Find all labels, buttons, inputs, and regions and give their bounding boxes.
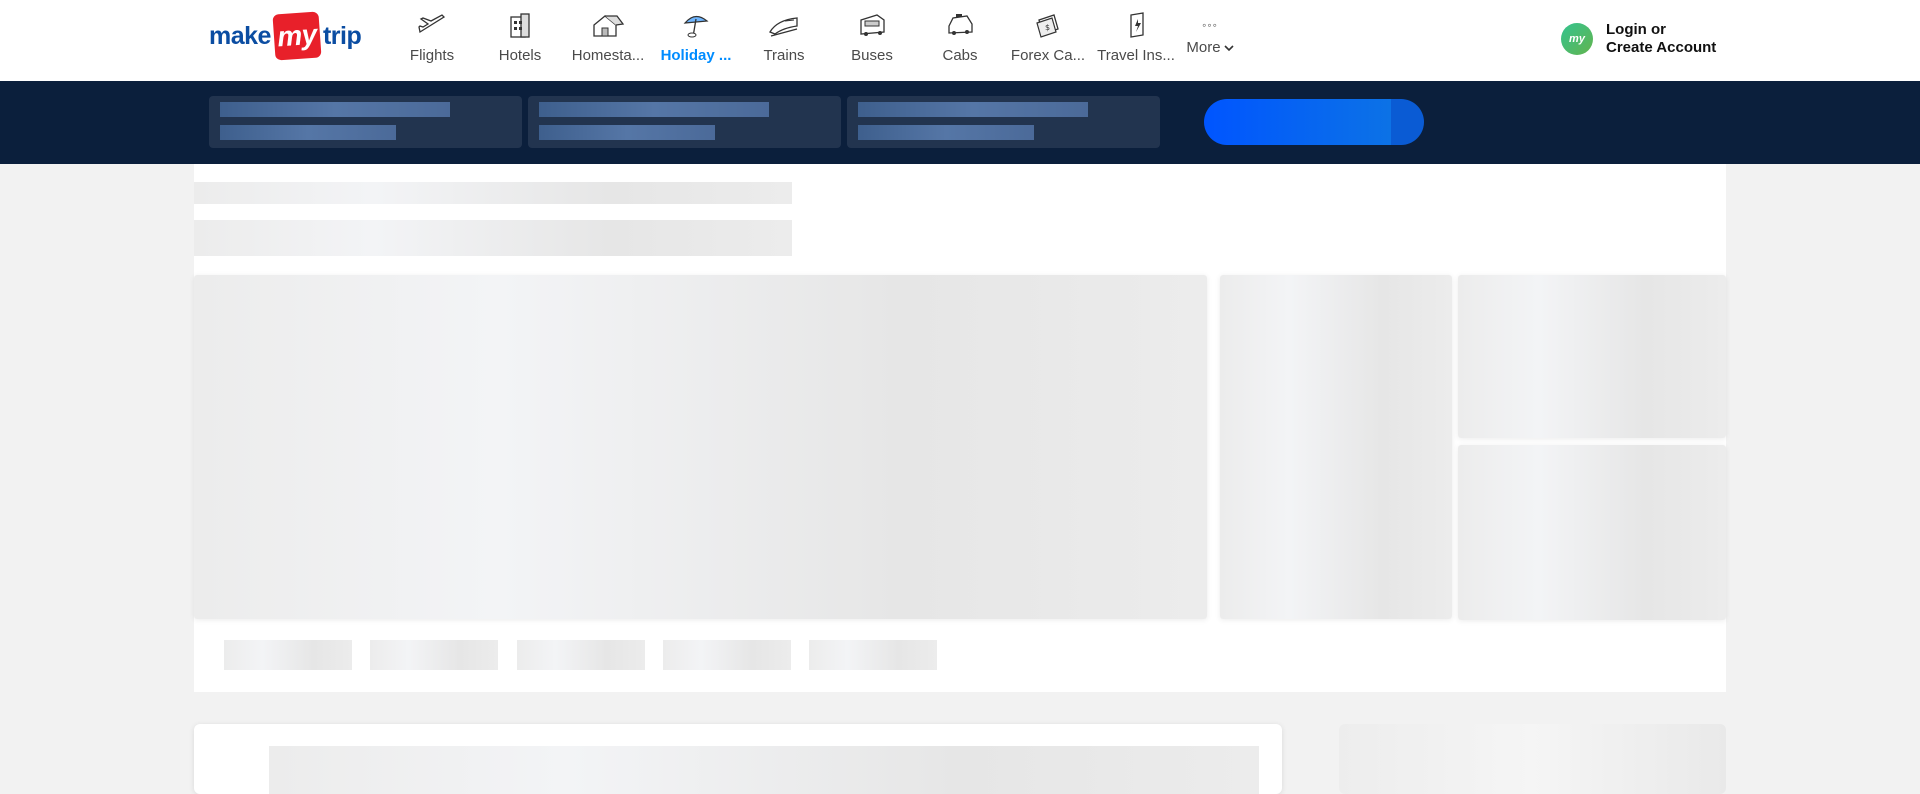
login-button[interactable]: my Login or Create Account bbox=[1561, 21, 1716, 57]
nav-label: Homesta... bbox=[571, 47, 645, 64]
skeleton-tab bbox=[224, 640, 352, 670]
nav-item-holiday-packages[interactable]: Holiday ... bbox=[652, 0, 740, 81]
login-line2: Create Account bbox=[1606, 39, 1717, 56]
nav-item-homestays[interactable]: Homesta... bbox=[564, 0, 652, 81]
nav-item-flights[interactable]: Flights bbox=[388, 0, 476, 81]
chevron-down-icon bbox=[1224, 39, 1234, 56]
search-field-placeholder[interactable] bbox=[209, 96, 522, 148]
product-nav: Flights Hotels Homesta... Holiday ... Tr… bbox=[388, 0, 1240, 81]
skeleton-bar bbox=[220, 102, 450, 117]
skeleton-tab bbox=[370, 640, 498, 670]
nav-label: Flights bbox=[409, 47, 455, 64]
avatar: my bbox=[1561, 23, 1593, 55]
skeleton-tab bbox=[809, 640, 937, 670]
nav-item-trains[interactable]: Trains bbox=[740, 0, 828, 81]
skeleton-bar bbox=[220, 125, 396, 140]
more-label: More bbox=[1186, 39, 1221, 56]
skeleton-side-card bbox=[1339, 724, 1726, 794]
more-menu[interactable]: ◦◦◦ More bbox=[1180, 0, 1240, 81]
skeleton-bar bbox=[858, 125, 1034, 140]
travel-insurance-icon bbox=[1119, 10, 1153, 40]
nav-item-hotels[interactable]: Hotels bbox=[476, 0, 564, 81]
nav-label: Hotels bbox=[498, 47, 542, 64]
search-button[interactable] bbox=[1204, 99, 1424, 145]
nav-label: Holiday ... bbox=[660, 47, 732, 64]
skeleton-bar bbox=[269, 746, 1259, 794]
skeleton-gallery-image bbox=[1458, 275, 1726, 438]
search-field-placeholder[interactable] bbox=[528, 96, 841, 148]
forex-card-icon: $ bbox=[1031, 10, 1065, 40]
details-card bbox=[194, 724, 1282, 794]
nav-label: Cabs bbox=[942, 47, 978, 64]
nav-item-cabs[interactable]: Cabs bbox=[916, 0, 1004, 81]
logo-my-badge: my bbox=[272, 11, 322, 61]
homestay-icon bbox=[591, 10, 625, 40]
plane-icon bbox=[415, 10, 449, 40]
train-icon bbox=[767, 10, 801, 40]
skeleton-gallery-image bbox=[1220, 275, 1452, 619]
holiday-umbrella-icon bbox=[679, 10, 713, 40]
skeleton-tab bbox=[663, 640, 791, 670]
skeleton-tab bbox=[517, 640, 645, 670]
nav-label: Buses bbox=[851, 47, 893, 64]
nav-item-buses[interactable]: Buses bbox=[828, 0, 916, 81]
skeleton-gallery-image bbox=[1458, 445, 1726, 620]
top-header: make my trip Flights Hotels Homesta... H… bbox=[0, 0, 1920, 81]
svg-text:$: $ bbox=[1045, 23, 1050, 32]
logo-text-trip: trip bbox=[322, 21, 362, 50]
skeleton-bar bbox=[539, 125, 715, 140]
nav-item-forex-card[interactable]: $ Forex Ca... bbox=[1004, 0, 1092, 81]
skeleton-hero-image bbox=[194, 275, 1207, 619]
makemytrip-logo[interactable]: make my trip bbox=[209, 11, 362, 61]
bus-icon bbox=[855, 10, 889, 40]
nav-label: Travel Ins... bbox=[1097, 47, 1175, 64]
skeleton-title bbox=[194, 182, 792, 204]
nav-label: Trains bbox=[763, 47, 805, 64]
login-line1: Login or bbox=[1606, 21, 1666, 38]
skeleton-subtitle bbox=[194, 220, 792, 256]
skeleton-bar bbox=[858, 102, 1088, 117]
hotel-icon bbox=[503, 10, 537, 40]
logo-text-make: make bbox=[209, 21, 271, 50]
skeleton-bar bbox=[539, 102, 769, 117]
cab-icon bbox=[943, 10, 977, 40]
nav-item-travel-insurance[interactable]: Travel Ins... bbox=[1092, 0, 1180, 81]
nav-label: Forex Ca... bbox=[1010, 47, 1086, 64]
content-panel bbox=[194, 164, 1726, 692]
more-dots-icon: ◦◦◦ bbox=[1202, 18, 1218, 32]
search-field-placeholder[interactable] bbox=[847, 96, 1160, 148]
